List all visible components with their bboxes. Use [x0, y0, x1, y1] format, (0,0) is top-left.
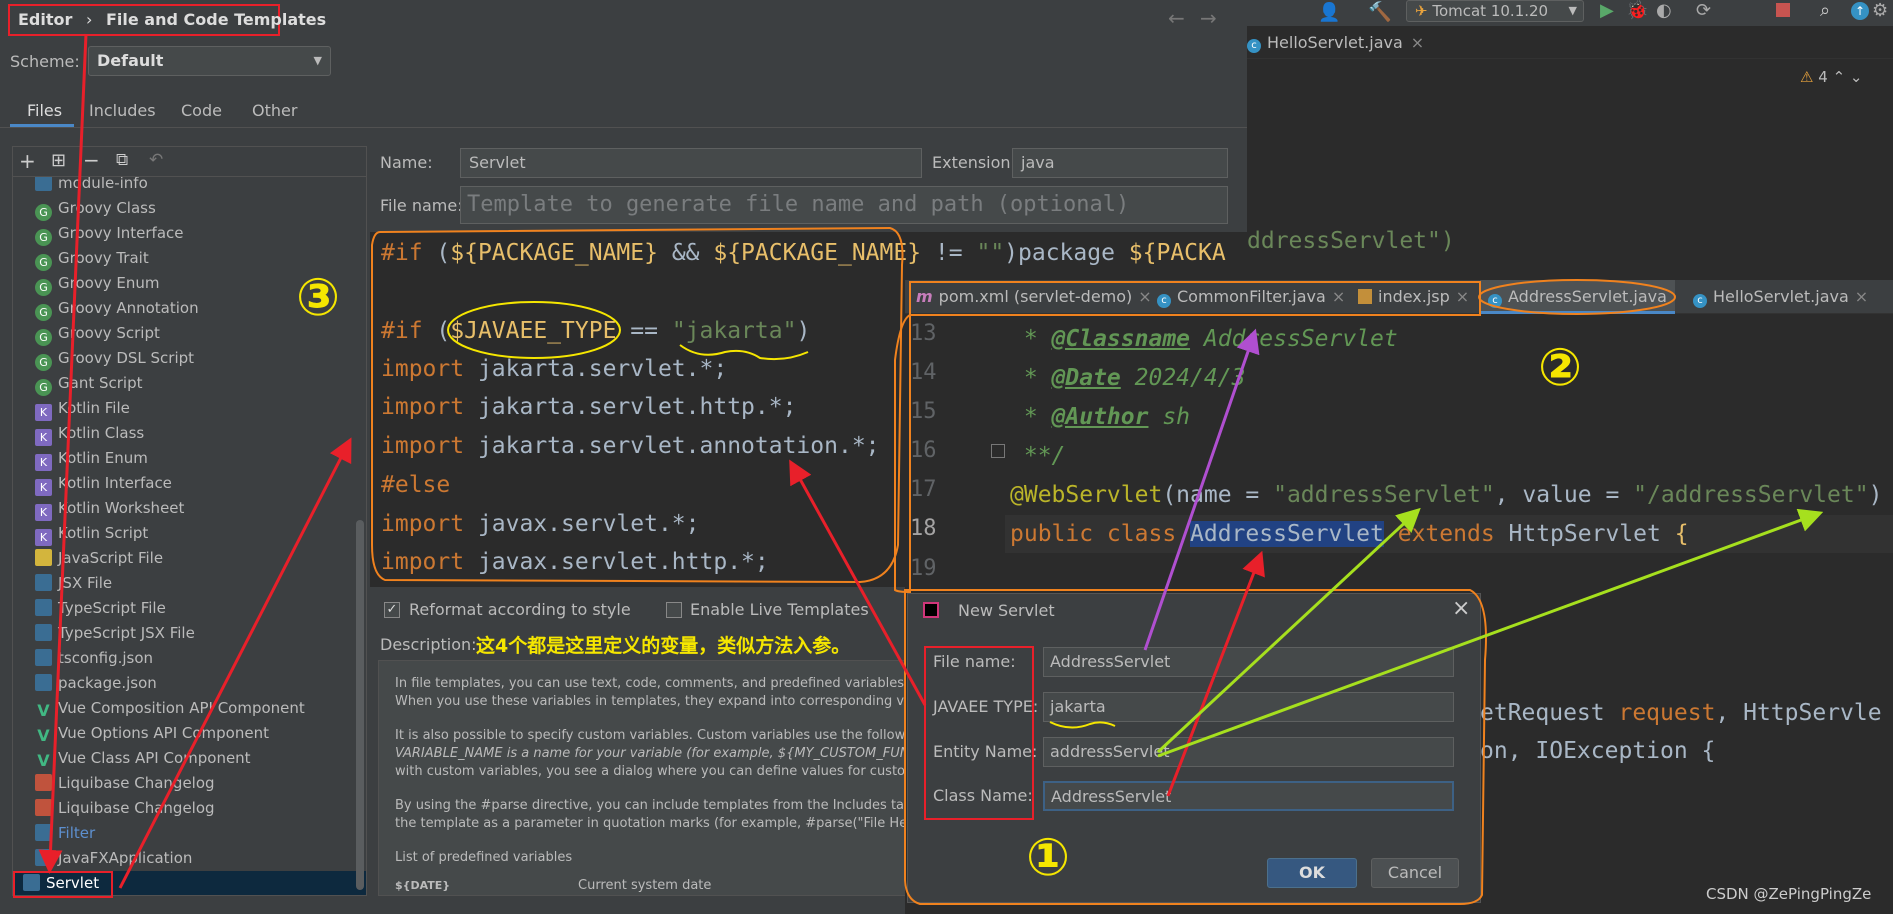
selected-servlet-box: [13, 871, 113, 898]
arrow-breadcrumb-to-servlet: [38, 33, 88, 874]
dialog-highlight-outline: [904, 589, 1487, 905]
marker-two: ②: [1538, 338, 1583, 398]
arrow-entity-to-name: [1156, 507, 1421, 754]
marker-one: ①: [1026, 828, 1071, 888]
template-highlight-outline: [371, 226, 904, 584]
javaee-type-circle: [447, 301, 621, 359]
active-tab-circle: [1478, 279, 1676, 315]
jakarta-underline: [679, 344, 809, 361]
marker-three: ③: [296, 268, 341, 328]
editor-highlight-outline: [894, 281, 1481, 594]
arrow-class-to-name: [1166, 550, 1265, 797]
watermark: CSDN @ZePingPingZe: [1706, 885, 1872, 903]
jakarta-field-underline: [1049, 721, 1116, 729]
arrow-filename-to-classname: [1143, 328, 1260, 651]
annotation-overlay: [13, 33, 1824, 905]
arrow-servlet-to-template: [118, 437, 352, 889]
arrow-dialog-to-template: [789, 459, 927, 706]
